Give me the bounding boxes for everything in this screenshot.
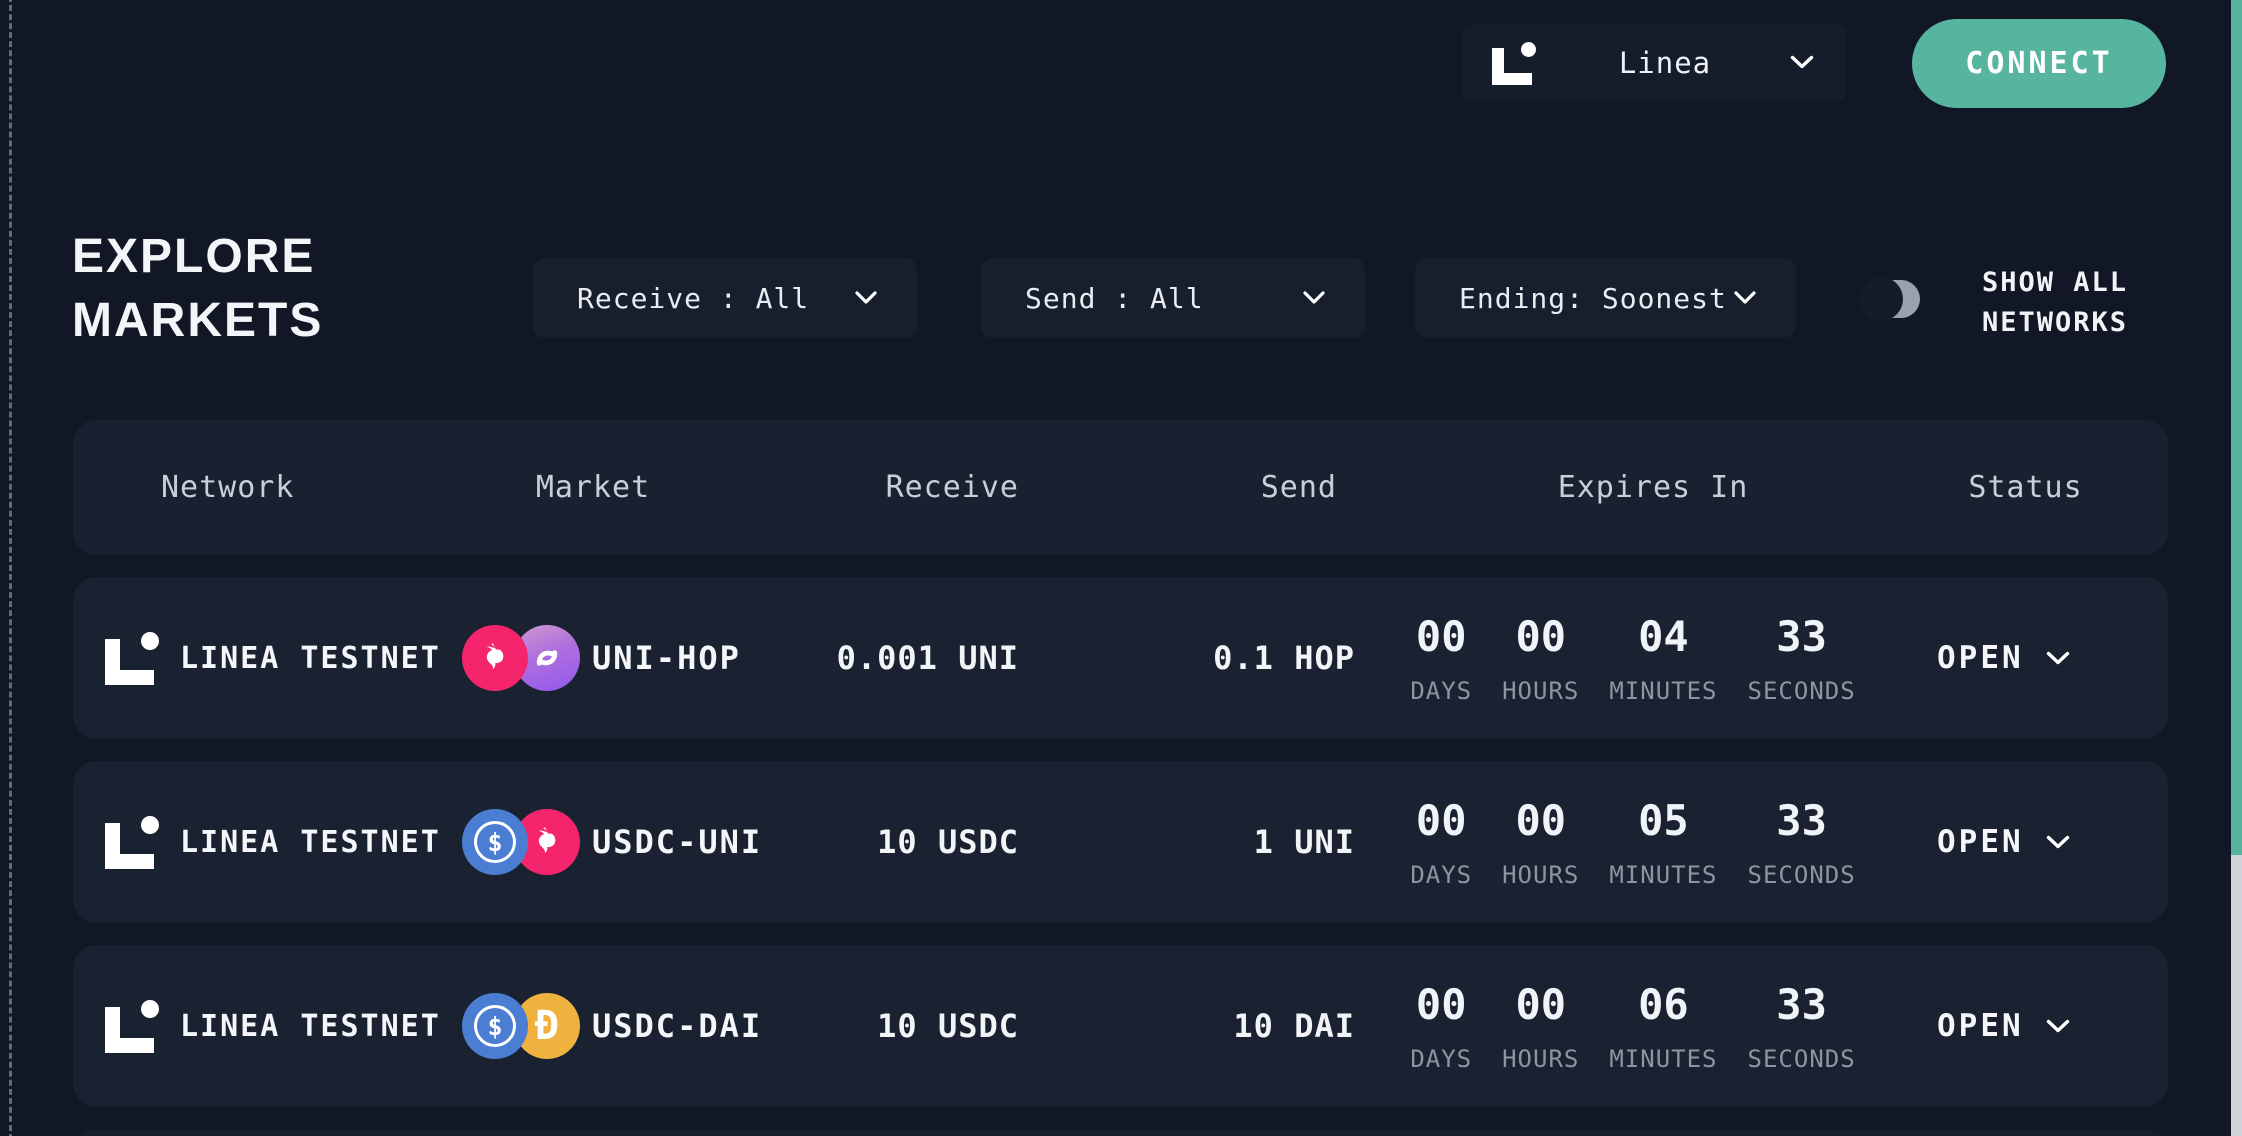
- market-name: USDC-DAI: [592, 1007, 763, 1045]
- explore-markets-screen: Linea CONNECT EXPLORE MARKETS Receive : …: [0, 0, 2242, 1136]
- countdown-days: 00 DAYS: [1410, 611, 1473, 705]
- token-pair-icons: $ Ð: [462, 993, 580, 1059]
- usdc-dollar-glyph: $: [474, 821, 516, 863]
- col-header-receive: Receive: [885, 470, 1019, 505]
- expires-countdown: 00 DAYS 00 HOURS 04 MINUTES 33 SECONDS: [1383, 612, 1883, 705]
- show-all-networks-label: SHOW ALL NETWORKS: [1982, 263, 2128, 343]
- countdown-seconds: 33 SECONDS: [1747, 795, 1856, 889]
- ending-sort-dropdown[interactable]: Ending: Soonest: [1415, 258, 1796, 338]
- countdown-days: 00 DAYS: [1410, 795, 1473, 889]
- toggle-knob: [1859, 277, 1903, 321]
- chevron-down-icon: [2046, 651, 2069, 664]
- status-expander[interactable]: OPEN: [1883, 824, 2168, 860]
- countdown-seconds: 33 SECONDS: [1747, 611, 1856, 705]
- network-cell: LINEA TESTNET: [73, 626, 443, 690]
- page-scrollbar[interactable]: [2231, 0, 2242, 1136]
- network-selector-label: Linea: [1618, 45, 1712, 80]
- markets-table: Network Market Receive Send Expires In S…: [73, 420, 2168, 1107]
- network-name: LINEA TESTNET: [180, 1008, 441, 1044]
- market-name: UNI-HOP: [592, 639, 741, 677]
- market-cell: $ Ð USDC-DAI: [443, 993, 760, 1059]
- send-amount: 0.1 HOP: [1213, 639, 1355, 677]
- countdown-hours: 00 HOURS: [1502, 795, 1580, 889]
- uni-token-icon: [462, 625, 528, 691]
- linea-network-icon: [100, 994, 164, 1058]
- countdown-days: 00 DAYS: [1410, 979, 1473, 1073]
- table-header-row: Network Market Receive Send Expires In S…: [73, 420, 2168, 555]
- token-pair-icons: [462, 625, 580, 691]
- linea-network-icon: [100, 810, 164, 874]
- usdc-dollar-glyph: $: [474, 1005, 516, 1047]
- show-all-label-line2: NETWORKS: [1982, 307, 2129, 338]
- market-name: USDC-UNI: [592, 823, 763, 861]
- expires-countdown: 00 DAYS 00 HOURS 06 MINUTES 33 SECONDS: [1383, 980, 1883, 1073]
- countdown-minutes: 06 MINUTES: [1609, 979, 1718, 1073]
- network-selector-dropdown[interactable]: Linea: [1462, 24, 1846, 101]
- col-header-market: Market: [535, 470, 651, 505]
- col-header-send: Send: [1260, 470, 1337, 505]
- send-amount: 10 DAI: [1233, 1007, 1355, 1045]
- market-cell: UNI-HOP: [443, 625, 743, 691]
- chevron-down-icon: [2046, 835, 2069, 848]
- left-dashed-guide: [9, 0, 12, 1136]
- chevron-down-icon: [2046, 1019, 2069, 1032]
- col-header-expires: Expires In: [1557, 470, 1749, 505]
- status-badge: OPEN: [1937, 824, 2024, 860]
- col-header-network: Network: [161, 470, 295, 505]
- page-title-line1: EXPLORE: [72, 230, 316, 283]
- status-expander[interactable]: OPEN: [1883, 640, 2168, 676]
- market-cell: $ USDC-UNI: [443, 809, 760, 875]
- chevron-down-icon: [1734, 291, 1756, 304]
- scrollbar-thumb[interactable]: [2231, 0, 2242, 855]
- countdown-hours: 00 HOURS: [1502, 611, 1580, 705]
- table-row-uni-hop[interactable]: LINEA TESTNET UNI-HOP 0.001 UNI 0.1 HOP …: [73, 577, 2168, 739]
- status-badge: OPEN: [1937, 640, 2024, 676]
- receive-filter-label: Receive : All: [577, 281, 810, 315]
- ending-sort-label: Ending: Soonest: [1459, 281, 1727, 315]
- receive-filter-dropdown[interactable]: Receive : All: [533, 258, 917, 338]
- table-row-usdc-dai[interactable]: LINEA TESTNET $ Ð USDC-DAI 10 USDC 10 DA…: [73, 945, 2168, 1107]
- expires-countdown: 00 DAYS 00 HOURS 05 MINUTES 33 SECONDS: [1383, 796, 1883, 889]
- col-header-status: Status: [1968, 470, 2083, 505]
- table-row-usdc-uni[interactable]: LINEA TESTNET $ USDC-UNI 10 USDC 1 UNI 0…: [73, 761, 2168, 923]
- send-filter-label: Send : All: [1025, 281, 1204, 315]
- send-filter-dropdown[interactable]: Send : All: [981, 258, 1365, 338]
- send-amount: 1 UNI: [1253, 823, 1355, 861]
- page-title-line2: MARKETS: [72, 294, 324, 347]
- receive-amount: 0.001 UNI: [836, 639, 1019, 677]
- show-all-networks-toggle[interactable]: [1859, 277, 1920, 321]
- linea-logo-icon: [1488, 37, 1540, 89]
- network-cell: LINEA TESTNET: [73, 994, 443, 1058]
- connect-wallet-button[interactable]: CONNECT: [1912, 19, 2166, 108]
- status-badge: OPEN: [1937, 1008, 2024, 1044]
- page-title: EXPLORE MARKETS: [72, 225, 323, 353]
- countdown-minutes: 04 MINUTES: [1609, 611, 1718, 705]
- countdown-minutes: 05 MINUTES: [1609, 795, 1718, 889]
- chevron-down-icon: [1303, 291, 1325, 304]
- chevron-down-icon: [1790, 55, 1814, 69]
- linea-network-icon: [100, 626, 164, 690]
- countdown-seconds: 33 SECONDS: [1747, 979, 1856, 1073]
- receive-amount: 10 USDC: [877, 823, 1019, 861]
- usdc-token-icon: $: [462, 993, 528, 1059]
- show-all-label-line1: SHOW ALL: [1982, 267, 2129, 298]
- next-row-partial: [73, 1130, 2168, 1136]
- network-name: LINEA TESTNET: [180, 824, 441, 860]
- token-pair-icons: $: [462, 809, 580, 875]
- chevron-down-icon: [855, 291, 877, 304]
- status-expander[interactable]: OPEN: [1883, 1008, 2168, 1044]
- countdown-hours: 00 HOURS: [1502, 979, 1580, 1073]
- network-cell: LINEA TESTNET: [73, 810, 443, 874]
- usdc-token-icon: $: [462, 809, 528, 875]
- dai-glyph: Ð: [534, 1003, 560, 1049]
- receive-amount: 10 USDC: [877, 1007, 1019, 1045]
- network-name: LINEA TESTNET: [180, 640, 441, 676]
